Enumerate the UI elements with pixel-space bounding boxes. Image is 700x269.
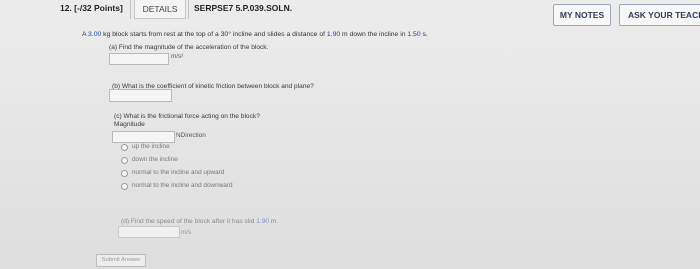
question-page: 12. [-/32 Points] DETAILS SERPSE7 5.P.03… <box>0 0 700 269</box>
part-c-magnitude-input[interactable] <box>112 131 175 143</box>
part-c-question: (c) What is the frictional force acting … <box>114 113 260 120</box>
part-d-unit: m/s <box>181 229 192 236</box>
mass-value: 3.00 <box>88 31 102 38</box>
problem-text: m down the incline in <box>340 31 408 38</box>
radio-button[interactable] <box>121 157 128 164</box>
problem-text: s. <box>420 31 428 38</box>
direction-option-label: normal to the incline and upward <box>132 169 225 176</box>
direction-option-label: down the incline <box>132 156 178 163</box>
ask-your-teacher-button[interactable]: ASK YOUR TEACHER <box>619 4 700 26</box>
part-a-question: (a) Find the magnitude of the accelerati… <box>109 44 269 51</box>
part-d-text: (d) Find the speed of the block after it… <box>121 218 257 225</box>
details-button[interactable]: DETAILS <box>134 0 186 19</box>
part-b-answer-input[interactable] <box>109 89 172 102</box>
distance-value: 1.90 <box>326 31 341 38</box>
part-a-unit: m/s² <box>171 53 184 60</box>
radio-button[interactable] <box>121 144 128 151</box>
part-d-question: (d) Find the speed of the block after it… <box>121 218 278 225</box>
radio-button[interactable] <box>121 170 128 177</box>
question-header: 12. [-/32 Points] DETAILS SERPSE7 5.P.03… <box>0 0 700 26</box>
submit-answer-button[interactable]: Submit Answer <box>96 254 146 267</box>
time-value: 1.50 <box>407 31 421 38</box>
question-id: SERPSE7 5.P.039.SOLN. <box>194 3 293 13</box>
part-d-distance-value: 1.90 <box>256 218 270 225</box>
problem-statement: A 3.00 kg block starts from rest at the … <box>82 31 428 38</box>
my-notes-button[interactable]: MY NOTES <box>553 4 611 26</box>
header-divider <box>130 0 131 19</box>
header-divider <box>188 0 189 19</box>
direction-option-label: up the incline <box>132 143 170 150</box>
problem-text: kg block starts from rest at the top of … <box>101 31 327 38</box>
question-number: 12. [-/32 Points] <box>60 3 123 13</box>
part-a-answer-input[interactable] <box>109 53 169 65</box>
magnitude-label: Magnitude <box>114 121 145 128</box>
part-c-unit: NDirection <box>176 132 206 139</box>
part-d-text: m. <box>269 218 279 225</box>
radio-button[interactable] <box>121 183 128 190</box>
part-d-answer-input[interactable] <box>118 226 180 238</box>
direction-option-label: normal to the incline and downward <box>132 182 233 189</box>
